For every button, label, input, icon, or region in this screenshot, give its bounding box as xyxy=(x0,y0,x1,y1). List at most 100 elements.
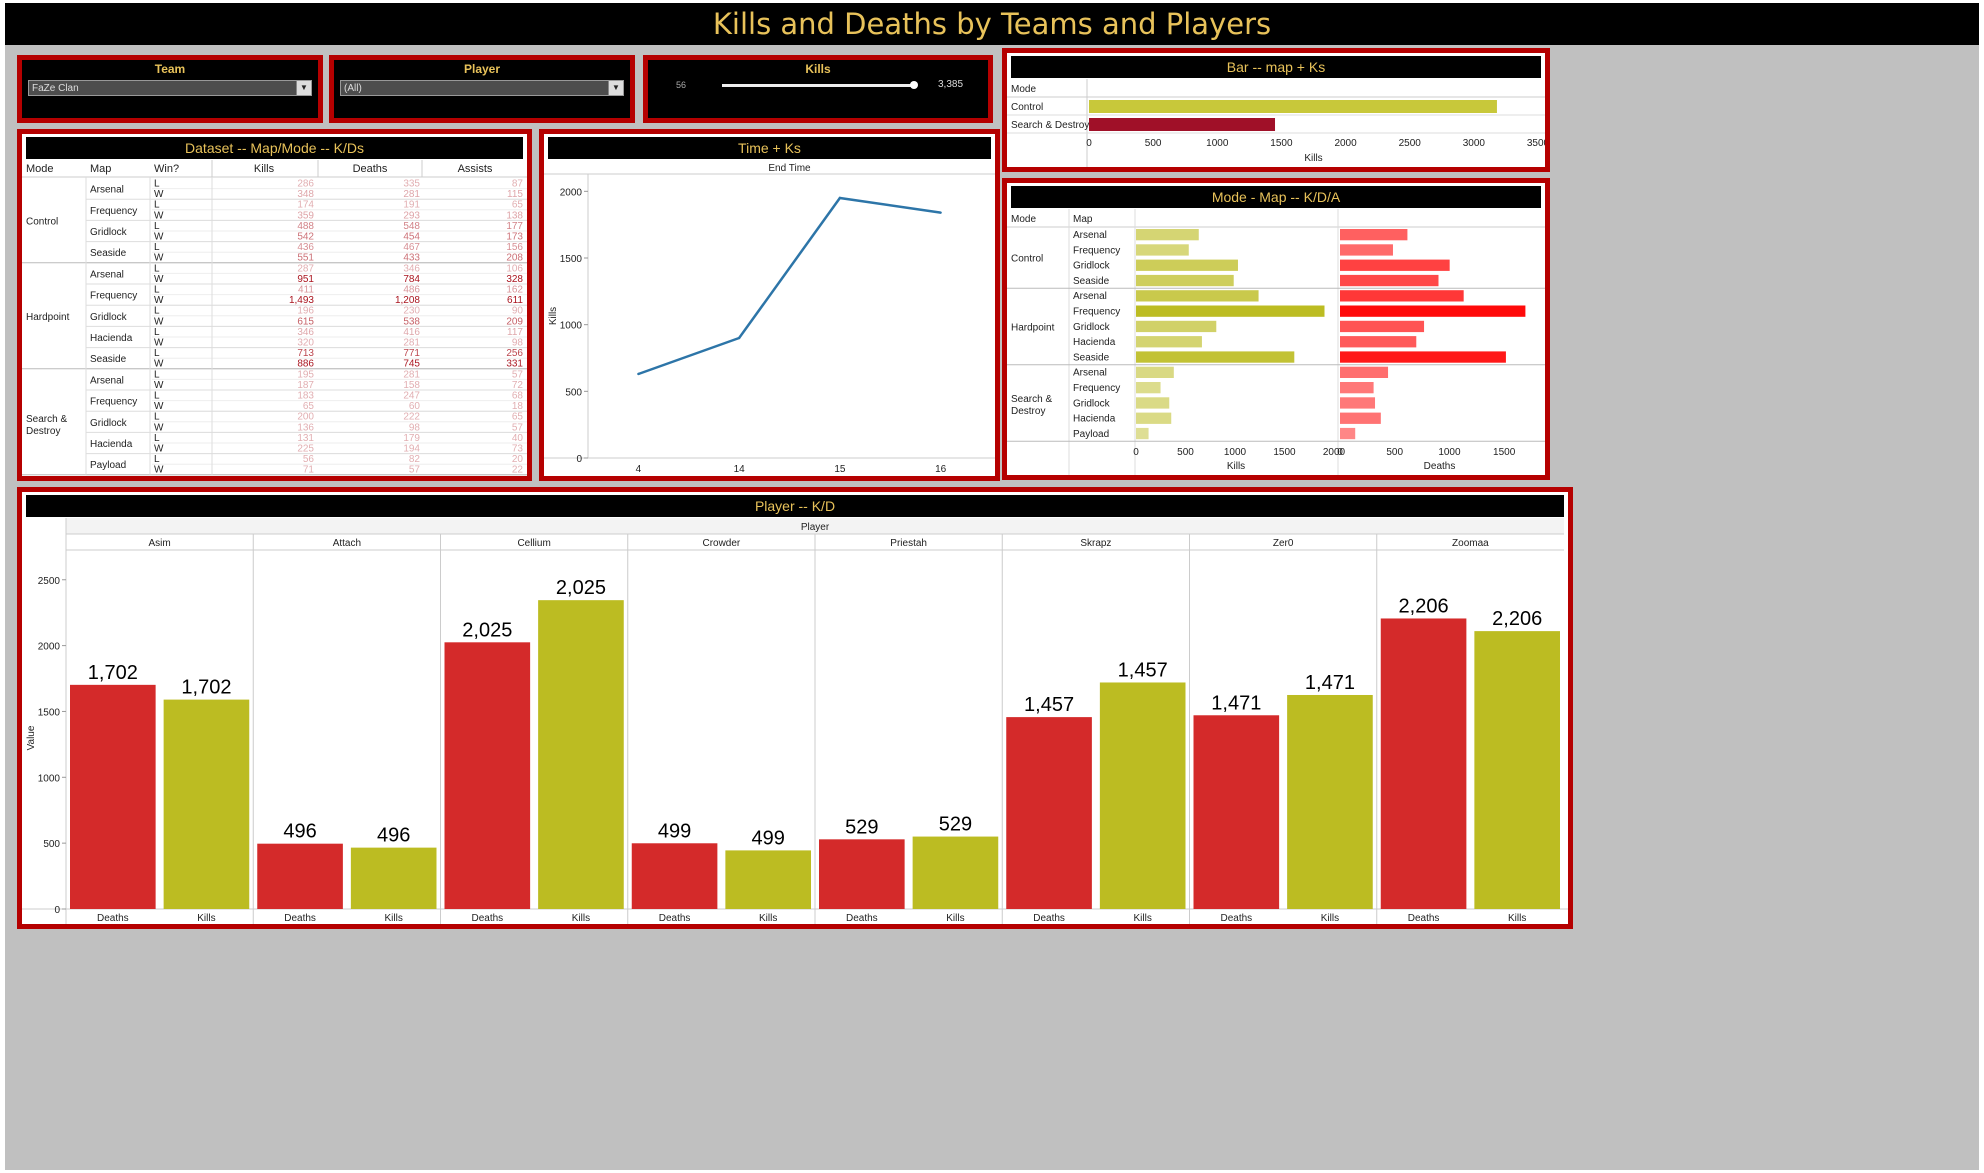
player-y-title: Value xyxy=(26,725,37,750)
player-kills-bar xyxy=(350,847,437,909)
table-kills-cell: 187 xyxy=(297,380,314,391)
kda-deaths-bar xyxy=(1340,336,1417,348)
line-y-tick-label: 1500 xyxy=(560,254,583,265)
table-assists-cell: 117 xyxy=(507,327,523,338)
table-header-win: Win? xyxy=(154,163,179,175)
dataset-title: Dataset -- Map/Mode -- K/Ds xyxy=(26,137,523,159)
table-win-cell: L xyxy=(154,306,160,317)
table-win-cell: W xyxy=(154,338,164,349)
kda-kills-bar xyxy=(1136,336,1202,348)
bar-map-ks-title: Bar -- map + Ks xyxy=(1011,56,1541,78)
player-series-label: Kills xyxy=(759,913,777,924)
player-kills-bar xyxy=(912,836,999,909)
hbar-x-tick-label: 3500 xyxy=(1527,138,1545,149)
table-win-cell: L xyxy=(154,200,160,211)
table-deaths-cell: 784 xyxy=(403,274,420,285)
table-deaths-cell: 467 xyxy=(403,242,420,253)
table-kills-cell: 886 xyxy=(297,359,314,370)
player-kd-title: Player -- K/D xyxy=(26,495,1564,517)
table-deaths-cell: 486 xyxy=(403,285,420,296)
kda-map-label: Frequency xyxy=(1073,245,1120,256)
player-dropdown-value: (All) xyxy=(344,83,362,94)
kda-header-map: Map xyxy=(1073,214,1093,225)
kda-deaths-bar xyxy=(1340,366,1389,378)
kda-kills-bar xyxy=(1136,366,1174,378)
line-point xyxy=(637,372,640,376)
chevron-down-icon[interactable]: ▼ xyxy=(296,81,311,95)
kda-kills-bar xyxy=(1136,244,1189,256)
player-kills-bar xyxy=(1474,631,1560,909)
table-deaths-cell: 179 xyxy=(403,433,420,444)
table-win-cell: L xyxy=(154,327,160,338)
table-deaths-cell: 194 xyxy=(403,444,420,455)
kills-range-slider[interactable] xyxy=(722,81,918,89)
kills-range-handle[interactable] xyxy=(910,81,918,89)
kills-filter-panel: Kills 56 3,385 xyxy=(643,55,993,123)
table-deaths-cell: 538 xyxy=(403,316,420,327)
kda-kills-bar xyxy=(1136,229,1199,241)
player-kills-bar xyxy=(725,850,811,909)
kda-kills-tick-label: 500 xyxy=(1177,447,1194,458)
player-series-label: Deaths xyxy=(846,913,878,924)
table-kills-cell: 195 xyxy=(297,369,314,380)
player-y-tick-label: 0 xyxy=(54,905,60,916)
table-mode-cell: Destroy xyxy=(26,426,60,437)
kda-kills-bar xyxy=(1136,382,1161,394)
kda-mode-label: Search & xyxy=(1011,394,1052,405)
mode-map-kda-chart: Mode Map Arsenal Frequency Gridlock Seaside Co… xyxy=(1007,209,1545,475)
player-series-label: Deaths xyxy=(1033,913,1065,924)
table-win-cell: W xyxy=(154,359,164,370)
table-assists-cell: 106 xyxy=(506,263,523,274)
player-series-label: Kills xyxy=(1321,913,1339,924)
kills-filter-label: Kills xyxy=(805,62,831,76)
table-map-cell: Arsenal xyxy=(90,375,124,386)
player-bar-data-label: 1,457 xyxy=(1024,694,1074,716)
table-kills-cell: 615 xyxy=(297,316,314,327)
table-assists-cell: 90 xyxy=(512,306,524,317)
table-map-cell: Gridlock xyxy=(90,418,128,429)
kda-mode-label: Control xyxy=(1011,254,1043,265)
player-bar-data-label: 1,471 xyxy=(1211,692,1261,714)
hbar-x-tick-label: 500 xyxy=(1145,138,1162,149)
table-map-cell: Hacienda xyxy=(90,439,133,450)
player-deaths-bar xyxy=(1380,618,1467,909)
kda-kills-bar xyxy=(1136,290,1259,302)
line-x-tick-label: 16 xyxy=(935,464,947,475)
table-assists-cell: 98 xyxy=(512,338,524,349)
player-kd-chart: Player 0 500 1000 1500 2000 2500 Value Asim 1,702… xyxy=(22,518,1568,924)
kda-deaths-bar xyxy=(1340,229,1408,241)
kda-deaths-bar xyxy=(1340,412,1381,424)
player-deaths-bar xyxy=(444,642,531,909)
player-bar-data-label: 499 xyxy=(752,827,785,849)
table-map-cell: Seaside xyxy=(90,354,127,365)
player-series-label: Deaths xyxy=(471,913,503,924)
table-mode-cell: Control xyxy=(26,216,58,227)
table-deaths-cell: 230 xyxy=(403,306,420,317)
line-y-tick-label: 500 xyxy=(565,387,582,398)
chevron-down-icon[interactable]: ▼ xyxy=(608,81,623,95)
table-deaths-cell: 548 xyxy=(403,221,420,232)
player-series-label: Kills xyxy=(385,913,403,924)
team-dropdown[interactable]: FaZe Clan ▼ xyxy=(28,80,312,96)
table-kills-cell: 551 xyxy=(297,253,314,264)
kda-kills-bar xyxy=(1136,412,1172,424)
table-win-cell: L xyxy=(154,221,160,232)
kda-kills-bar xyxy=(1136,427,1149,440)
player-bar-data-label: 529 xyxy=(845,816,878,838)
table-win-cell: W xyxy=(154,274,164,285)
table-kills-cell: 200 xyxy=(297,412,314,423)
table-deaths-cell: 1,208 xyxy=(395,295,420,306)
kda-kills-bar xyxy=(1136,305,1325,317)
player-name-label: Zoomaa xyxy=(1452,538,1489,549)
hbar-x-tick-label: 2000 xyxy=(1334,138,1357,149)
table-win-cell: L xyxy=(154,391,160,402)
table-win-cell: L xyxy=(154,263,160,274)
table-win-cell: L xyxy=(154,369,160,380)
player-dropdown[interactable]: (All) ▼ xyxy=(340,80,624,96)
table-assists-cell: 156 xyxy=(506,242,523,253)
table-win-cell: W xyxy=(154,380,164,391)
team-dropdown-value: FaZe Clan xyxy=(32,83,79,94)
kda-map-label: Arsenal xyxy=(1073,230,1107,241)
table-kills-cell: 411 xyxy=(298,285,314,296)
table-kills-cell: 346 xyxy=(297,327,314,338)
